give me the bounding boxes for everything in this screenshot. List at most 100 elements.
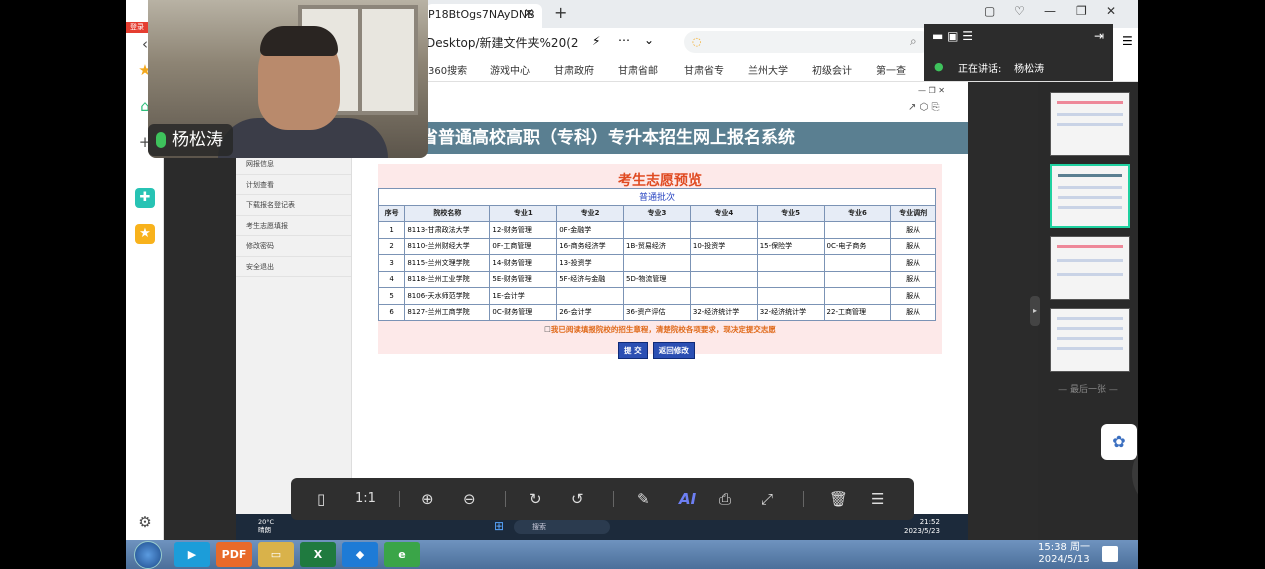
cell: 5D-物流管理 <box>623 270 691 288</box>
zoom-out-icon[interactable]: ⊖ <box>463 489 476 509</box>
bookmark-lanzhou-univ[interactable]: 兰州大学 <box>748 62 788 77</box>
restore-icon[interactable]: ❐ <box>1076 4 1087 18</box>
new-tab-icon[interactable]: + <box>554 3 567 22</box>
close-tab-icon[interactable]: ✕ <box>524 6 534 20</box>
cell: 0C-电子商务 <box>823 237 892 255</box>
cell <box>823 254 892 272</box>
thumbnail[interactable] <box>1050 308 1130 372</box>
address-field[interactable]: Desktop/新建文件夹%20(2 <box>426 34 579 51</box>
speaking-mic-icon: ● <box>934 60 944 73</box>
cell <box>823 287 892 305</box>
browser-app-icon[interactable]: e <box>384 542 420 567</box>
table-row: 4 8118-兰州工业学院 5E-财务管理 5F-经济与金融 5D-物流管理 服从 <box>377 270 936 288</box>
speaking-status: 正在讲话: 杨松涛 <box>958 60 1044 75</box>
agreement-checkbox-label[interactable]: ☐我已阅读填报院校的招生章程，清楚院校各项要求，现决定提交志愿 <box>378 324 942 335</box>
speaking-label: 正在讲话: <box>958 64 1002 75</box>
checkbox-icon[interactable]: ☐ <box>544 325 551 334</box>
search-input[interactable]: ◌ <box>684 31 932 53</box>
rotate-right-icon[interactable]: ↻ <box>529 489 542 509</box>
thumbnail[interactable] <box>1050 236 1130 300</box>
thumbnail-panel: — 最后一张 — <box>1038 82 1138 540</box>
cell: 8106-天水师范学院 <box>404 287 491 305</box>
participant-name-chip: 杨松涛 <box>148 124 233 156</box>
edit-image-icon[interactable]: ✎ <box>637 489 650 509</box>
table-header: 序号 院校名称 专业1 专业2 专业3 专业4 专业5 专业6 专业调剂 <box>377 204 936 222</box>
table-row: 3 8115-兰州文理学院 14-财务管理 13-投资学 服从 <box>377 254 936 272</box>
cell: 0F-工商管理 <box>489 237 558 255</box>
bookmark-gansu-gov[interactable]: 甘肃政府 <box>554 62 594 77</box>
search-icon[interactable]: ⌕ <box>910 34 917 49</box>
bookmark-gansu-post[interactable]: 甘肃省邮 <box>618 62 658 77</box>
submit-button[interactable]: 提 交 <box>618 342 648 359</box>
zoom-in-icon[interactable]: ⊕ <box>421 489 434 509</box>
bookmark-first[interactable]: 第一查 <box>876 62 906 77</box>
cell: 1E-会计学 <box>489 287 558 305</box>
menu-item[interactable]: 考生志愿填报 <box>236 216 351 236</box>
player-app-icon[interactable]: ▶ <box>174 542 210 567</box>
speaker-name: 杨松涛 <box>1014 64 1045 75</box>
mic-on-icon <box>156 132 166 148</box>
skin-icon[interactable]: ♡ <box>1014 4 1025 18</box>
video-person-hair <box>260 26 338 56</box>
back-edit-button[interactable]: 返回修改 <box>652 342 695 359</box>
cell: 服从 <box>890 254 936 272</box>
menu-icon[interactable]: ☰ <box>871 489 884 509</box>
cell <box>689 221 758 239</box>
lightning-icon[interactable]: ⚡ <box>592 34 600 48</box>
notification-icon[interactable] <box>1102 546 1118 562</box>
separator <box>399 491 400 507</box>
preview-title: 考生志愿预览 <box>618 173 702 189</box>
pdf-app-icon[interactable]: PDF <box>216 542 252 567</box>
cell: 36-资产评估 <box>623 303 691 321</box>
cell <box>623 221 691 239</box>
collapse-thumbnails-icon[interactable]: ▸ <box>1030 296 1040 326</box>
rotate-left-icon[interactable]: ↺ <box>571 489 584 509</box>
separator <box>613 491 614 507</box>
thumbnail[interactable] <box>1050 92 1130 156</box>
print-icon[interactable]: ⎙ <box>719 489 731 509</box>
meeting-app-icon[interactable]: ◆ <box>342 542 378 567</box>
start-button[interactable] <box>134 541 162 569</box>
more-icon[interactable]: ⋯ <box>618 33 630 47</box>
bookmark-game-center[interactable]: 游戏中心 <box>490 62 530 77</box>
favorite-app-icon[interactable]: ★ <box>135 224 155 244</box>
meeting-window-icons[interactable]: ▬ ▣ ☰ <box>932 29 973 43</box>
tab-count-icon[interactable]: ▢ <box>984 4 995 18</box>
fullscreen-icon[interactable]: ⤢ <box>761 489 773 509</box>
menu-item[interactable]: 修改密码 <box>236 236 351 257</box>
plugin-icon[interactable]: ✚ <box>135 188 155 208</box>
menu-icon[interactable]: ☰ <box>1122 34 1133 48</box>
windows-logo-icon: ⊞ <box>494 519 505 533</box>
cell: 26-会计学 <box>556 303 625 321</box>
cell: 服从 <box>890 270 936 288</box>
bookmark-junior-accounting[interactable]: 初级会计 <box>812 62 852 77</box>
close-window-icon[interactable]: ✕ <box>1106 4 1116 18</box>
expand-icon[interactable]: ⇥ <box>1094 29 1104 43</box>
chevron-down-icon[interactable]: ⌄ <box>644 33 654 47</box>
thumbnail-active[interactable] <box>1050 164 1130 228</box>
assistant-icon[interactable]: ✿ <box>1101 424 1137 460</box>
share-icons: ↗ ⬡ ⎘ <box>908 102 940 113</box>
last-page-label: — 最后一张 — <box>1058 385 1118 395</box>
login-badge[interactable]: 登录 <box>126 22 148 33</box>
mouse-icon[interactable]: ▯ <box>317 489 325 509</box>
folder-app-icon[interactable]: ▭ <box>258 542 294 567</box>
cell: 8110-兰州财经大学 <box>404 237 491 255</box>
system-menu: 网报信息 计划查看 下载报名登记表 考生志愿填报 修改密码 安全退出 <box>236 154 352 514</box>
excel-app-icon[interactable]: X <box>300 542 336 567</box>
menu-item[interactable]: 下载报名登记表 <box>236 195 351 216</box>
cell: 服从 <box>890 221 936 239</box>
settings-icon[interactable]: ⚙ <box>135 512 155 532</box>
bookmark-gansu-special[interactable]: 甘肃省专 <box>684 62 724 77</box>
delete-icon[interactable]: 🗑 <box>829 489 848 509</box>
ai-button[interactable]: AI <box>679 489 696 509</box>
menu-item[interactable]: 计划查看 <box>236 175 351 195</box>
meeting-panel: ▬ ▣ ☰ ⇥ ● 正在讲话: 杨松涛 <box>924 24 1113 81</box>
cell: 13-投资学 <box>556 254 625 272</box>
menu-item[interactable]: 安全退出 <box>236 257 351 277</box>
minimize-icon[interactable]: — <box>1044 4 1056 18</box>
weather-desc: 晴朗 <box>258 526 271 534</box>
actual-size-button[interactable]: 1:1 <box>355 489 376 509</box>
bookmark-360search[interactable]: 360搜索 <box>428 62 467 77</box>
preview-panel: 考生志愿预览 普通批次 序号 院校名称 专业1 专业2 专业3 专业4 专业5 … <box>377 164 942 359</box>
